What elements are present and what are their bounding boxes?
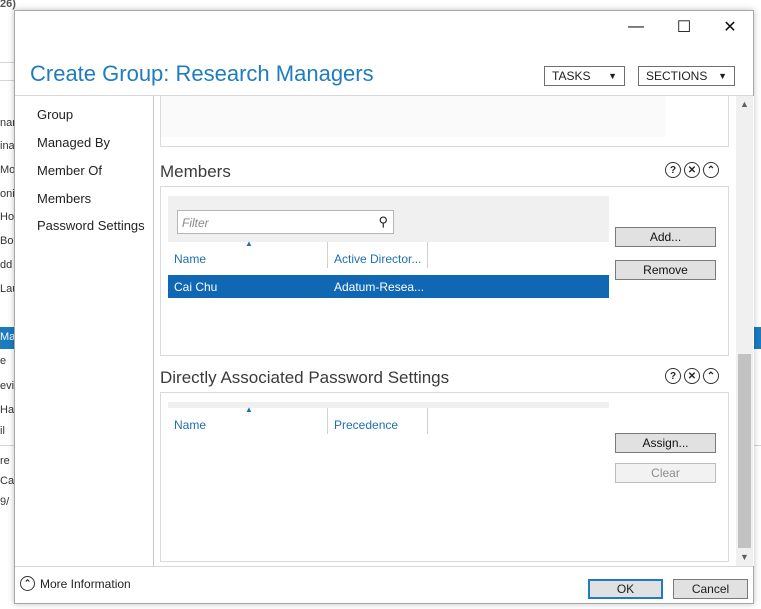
sort-ascending-icon: ▲ [245,239,253,248]
vertical-scrollbar[interactable]: ▲ ▼ [736,96,753,566]
help-icon[interactable]: ? [665,368,681,384]
background-text: oni [0,188,14,200]
background-text: il [0,425,5,437]
password-settings-section-title: Directly Associated Password Settings [160,368,450,387]
background-selected-row: Ma [0,327,14,349]
background-text: Mo [0,164,14,176]
background-text: Ca [0,475,14,487]
background-text: Ha [0,404,14,416]
title-bar[interactable]: — ☐ ✕ [15,11,753,43]
background-text: ina [0,140,14,152]
members-table: ▲ Name Active Director... Cai Chu Adatum… [168,239,609,348]
table-row[interactable]: Cai Chu Adatum-Resea... [168,275,609,298]
cancel-button[interactable]: Cancel [673,579,748,599]
members-section-title: Members [160,162,231,181]
collapse-icon[interactable]: ⌃ [703,368,719,384]
nav-item-member-of[interactable]: Member Of [37,163,102,178]
footer-divider [15,566,753,567]
previous-section-tail [160,96,729,147]
column-divider[interactable] [427,242,428,268]
dialog-title: Create Group: Research Managers [30,61,374,86]
ok-button[interactable]: OK [588,579,663,599]
tasks-label: TASKS [552,69,591,83]
tasks-dropdown[interactable]: TASKS ▼ [544,66,625,86]
background-text: 9/ [0,496,10,508]
background-text: Bo [0,235,14,247]
background-divider [0,62,14,63]
password-section-controls: ? ✕ ⌃ [665,368,719,384]
minimize-button[interactable]: — [613,11,659,43]
sort-ascending-icon: ▲ [245,405,253,414]
expand-up-icon: ⌃ [20,576,35,591]
background-text: re [0,455,10,467]
background-text: evid [0,380,14,392]
password-grid-panel: ▲ Name Precedence [168,402,609,554]
column-divider[interactable] [327,408,328,434]
column-header-name[interactable]: Name [174,242,206,272]
members-grid-panel: Filter ⚲ ▲ Name Active Director... Cai C… [168,196,609,348]
close-section-icon[interactable]: ✕ [684,162,700,178]
column-header-precedence[interactable]: Precedence [334,408,398,438]
scroll-up-icon[interactable]: ▲ [736,96,753,113]
filter-placeholder: Filter [182,216,209,230]
clear-button: Clear [615,463,716,483]
help-icon[interactable]: ? [665,162,681,178]
members-section-controls: ? ✕ ⌃ [665,162,719,178]
nav-item-password-settings[interactable]: Password Settings [37,218,145,233]
background-divider [0,445,14,446]
more-information-label: More Information [40,576,131,591]
content-area: Members ? ✕ ⌃ Filter ⚲ ▲ Name Active Dir… [154,96,754,566]
background-text: nar [0,117,14,129]
sections-label: SECTIONS [646,69,708,83]
remove-member-button[interactable]: Remove [615,260,716,280]
dropdown-arrow-icon: ▼ [608,71,617,81]
column-header-name[interactable]: Name [174,408,206,438]
nav-item-group[interactable]: Group [37,107,73,122]
member-ad-path: Adatum-Resea... [334,280,425,294]
collapse-icon[interactable]: ⌃ [703,162,719,178]
dropdown-arrow-icon: ▼ [718,71,727,81]
password-settings-table: ▲ Name Precedence [168,405,609,554]
column-divider[interactable] [427,408,428,434]
background-title-fragment: 26) [0,0,16,10]
background-text: Lau [0,283,14,295]
more-information-toggle[interactable]: ⌃ More Information [20,576,131,591]
close-button[interactable]: ✕ [707,11,753,43]
maximize-button[interactable]: ☐ [661,11,707,43]
sections-dropdown[interactable]: SECTIONS ▼ [638,66,735,86]
add-member-button[interactable]: Add... [615,227,716,247]
background-text: e [0,355,7,367]
assign-button[interactable]: Assign... [615,433,716,453]
section-nav: Group Managed By Member Of Members Passw… [15,96,154,566]
column-header-active-directory[interactable]: Active Director... [334,242,421,272]
members-section: Filter ⚲ ▲ Name Active Director... Cai C… [160,186,729,356]
members-filter-input[interactable]: Filter ⚲ [177,210,394,234]
column-divider[interactable] [327,242,328,268]
background-divider [754,445,761,446]
member-name: Cai Chu [174,280,218,294]
create-group-dialog: — ☐ ✕ Create Group: Research Managers TA… [14,10,754,604]
background-text: Hol [0,211,14,223]
close-section-icon[interactable]: ✕ [684,368,700,384]
nav-item-managed-by[interactable]: Managed By [37,135,110,150]
search-icon[interactable]: ⚲ [378,214,388,230]
scroll-down-icon[interactable]: ▼ [736,549,753,566]
background-text: dd [0,259,13,271]
background-text: Ma [0,331,14,343]
password-settings-section: ▲ Name Precedence Assign... Clear [160,392,729,562]
background-divider [0,80,14,81]
nav-item-members[interactable]: Members [37,191,91,206]
scrollbar-thumb[interactable] [738,354,751,548]
